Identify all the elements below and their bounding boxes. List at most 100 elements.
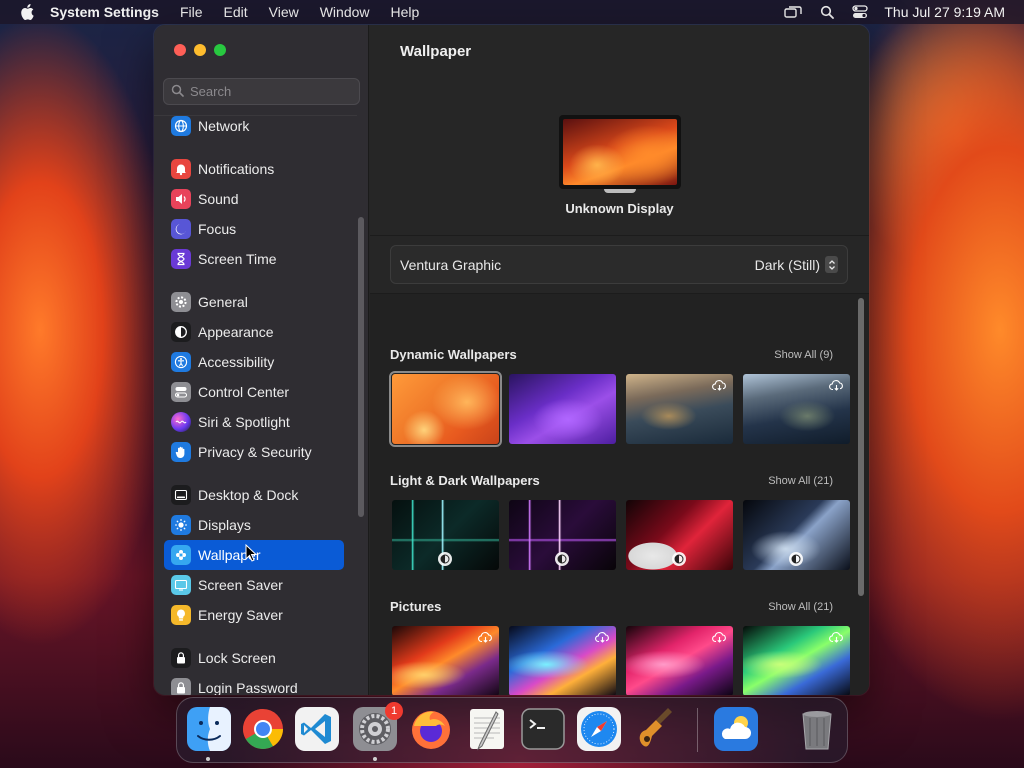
sidebar-item-label: Screen Saver bbox=[198, 577, 283, 593]
menu-edit[interactable]: Edit bbox=[224, 4, 248, 20]
running-indicator bbox=[206, 757, 210, 761]
sidebar-item-displays[interactable]: Displays bbox=[164, 510, 344, 540]
sidebar-item-label: Accessibility bbox=[198, 354, 275, 370]
sidebar-item-label: Lock Screen bbox=[198, 650, 276, 666]
sidebar-item-label: General bbox=[198, 294, 248, 310]
sidebar-item-desktop-dock[interactable]: Desktop & Dock bbox=[164, 480, 344, 510]
cloud-download-icon bbox=[712, 630, 727, 648]
dock: 1 bbox=[176, 697, 848, 763]
cloud-download-icon bbox=[712, 378, 727, 396]
appearance-value: Dark (Still) bbox=[754, 256, 820, 273]
wallpaper-thumb-macos-teal[interactable] bbox=[392, 500, 499, 570]
screen-mirroring-icon[interactable] bbox=[784, 5, 803, 19]
spotlight-search-icon[interactable] bbox=[820, 5, 835, 19]
light-dark-badge-icon bbox=[672, 552, 686, 566]
lock-icon bbox=[171, 678, 191, 695]
sidebar-item-label: Network bbox=[198, 118, 250, 134]
dock-firefox-icon[interactable] bbox=[408, 706, 454, 752]
sidebar-item-notifications[interactable]: Notifications bbox=[164, 154, 344, 184]
dock-garageband-icon[interactable] bbox=[632, 706, 678, 752]
sidebar-item-label: Desktop & Dock bbox=[198, 487, 299, 503]
cloud-download-icon bbox=[478, 630, 493, 648]
wallpaper-thumb-swirl-green[interactable] bbox=[743, 626, 850, 695]
menu-view[interactable]: View bbox=[269, 4, 299, 20]
menu-app-name[interactable]: System Settings bbox=[50, 4, 159, 20]
sidebar-list[interactable]: Network Notifications Sound Focus Screen… bbox=[154, 115, 357, 695]
menu-bar: System Settings File Edit View Window He… bbox=[0, 0, 1024, 24]
bell-icon bbox=[171, 159, 191, 179]
dock-weather-icon[interactable] bbox=[713, 706, 759, 752]
sidebar-scrollbar[interactable] bbox=[358, 217, 364, 517]
sidebar-item-accessibility[interactable]: Accessibility bbox=[164, 347, 344, 377]
control-center-icon[interactable] bbox=[852, 5, 869, 19]
popup-chevrons-icon bbox=[825, 256, 838, 273]
show-all-dynamic-button[interactable]: Show All (9) bbox=[774, 349, 833, 361]
gallery-scrollbar[interactable] bbox=[858, 298, 864, 596]
cloud-download-icon bbox=[829, 378, 844, 396]
apple-menu-icon[interactable] bbox=[20, 4, 34, 20]
dock-icon bbox=[171, 485, 191, 505]
wallpaper-thumb-swirl-blue[interactable] bbox=[509, 626, 616, 695]
accessibility-icon bbox=[171, 352, 191, 372]
sidebar-item-appearance[interactable]: Appearance bbox=[164, 317, 344, 347]
sidebar-item-screen-time[interactable]: Screen Time bbox=[164, 244, 344, 274]
menu-clock[interactable]: Thu Jul 27 9:19 AM bbox=[884, 4, 1005, 20]
dock-vscode-icon[interactable] bbox=[294, 706, 340, 752]
show-all-light-dark-button[interactable]: Show All (21) bbox=[768, 475, 833, 487]
dock-safari-icon[interactable] bbox=[576, 706, 622, 752]
display-stand bbox=[604, 189, 636, 193]
current-wallpaper-preview bbox=[563, 119, 677, 185]
minimize-button[interactable] bbox=[194, 44, 206, 56]
wallpaper-thumb-catalina-dusk[interactable] bbox=[743, 374, 850, 444]
sidebar-item-general[interactable]: General bbox=[164, 287, 344, 317]
menu-file[interactable]: File bbox=[180, 4, 203, 20]
menu-help[interactable]: Help bbox=[391, 4, 420, 20]
dock-terminal-icon[interactable] bbox=[520, 706, 566, 752]
menu-window[interactable]: Window bbox=[320, 4, 370, 20]
section-title-dynamic: Dynamic Wallpapers bbox=[390, 347, 517, 362]
appearance-popup[interactable]: Dark (Still) bbox=[755, 256, 838, 273]
zoom-button[interactable] bbox=[214, 44, 226, 56]
sidebar-item-label: Energy Saver bbox=[198, 607, 283, 623]
running-indicator bbox=[373, 757, 377, 761]
system-settings-window: Search Network Notifications Sound Focus bbox=[154, 25, 869, 695]
wallpaper-thumb-monterey[interactable] bbox=[509, 374, 616, 444]
page-title: Wallpaper bbox=[400, 43, 472, 60]
section-title-pictures: Pictures bbox=[390, 599, 442, 614]
sidebar-item-energy-saver[interactable]: Energy Saver bbox=[164, 600, 344, 630]
sidebar-item-sound[interactable]: Sound bbox=[164, 184, 344, 214]
sidebar-item-label: Siri & Spotlight bbox=[198, 414, 290, 430]
wallpaper-thumb-ventura[interactable] bbox=[389, 371, 502, 447]
dock-trash-icon[interactable] bbox=[794, 706, 840, 752]
sidebar-item-lock-screen[interactable]: Lock Screen bbox=[164, 643, 344, 673]
wallpaper-thumb-catalina-day[interactable] bbox=[626, 374, 733, 444]
wallpaper-thumb-macos-red[interactable] bbox=[626, 500, 733, 570]
siri-icon bbox=[171, 412, 191, 432]
wallpaper-thumb-swirl-pink[interactable] bbox=[626, 626, 733, 695]
sidebar-item-network[interactable]: Network bbox=[164, 116, 344, 141]
dock-finder-icon[interactable] bbox=[186, 706, 232, 752]
dock-textedit-icon[interactable] bbox=[464, 706, 510, 752]
dock-separator bbox=[697, 708, 698, 752]
sidebar-item-privacy-security[interactable]: Privacy & Security bbox=[164, 437, 344, 467]
sidebar-item-login-password[interactable]: Login Password bbox=[164, 673, 344, 695]
show-all-pictures-button[interactable]: Show All (21) bbox=[768, 601, 833, 613]
wallpaper-gallery[interactable]: Dynamic Wallpapers Show All (9) Light & … bbox=[370, 294, 869, 695]
light-dark-badge-icon bbox=[555, 552, 569, 566]
wallpaper-thumb-macos-purple[interactable] bbox=[509, 500, 616, 570]
current-wallpaper-name: Ventura Graphic bbox=[400, 256, 502, 273]
appearance-icon bbox=[171, 322, 191, 342]
dock-chrome-icon[interactable] bbox=[240, 706, 286, 752]
wallpaper-thumb-macos-blue[interactable] bbox=[743, 500, 850, 570]
sidebar-item-label: Privacy & Security bbox=[198, 444, 312, 460]
sidebar-item-screen-saver[interactable]: Screen Saver bbox=[164, 570, 344, 600]
close-button[interactable] bbox=[174, 44, 186, 56]
moon-icon bbox=[171, 219, 191, 239]
sidebar-item-control-center[interactable]: Control Center bbox=[164, 377, 344, 407]
search-field[interactable]: Search bbox=[163, 78, 360, 105]
sidebar-item-siri-spotlight[interactable]: Siri & Spotlight bbox=[164, 407, 344, 437]
wallpaper-thumb-swirl-orange[interactable] bbox=[392, 626, 499, 695]
sidebar-item-focus[interactable]: Focus bbox=[164, 214, 344, 244]
sidebar: Search Network Notifications Sound Focus bbox=[154, 25, 369, 695]
display-screen bbox=[559, 115, 681, 189]
